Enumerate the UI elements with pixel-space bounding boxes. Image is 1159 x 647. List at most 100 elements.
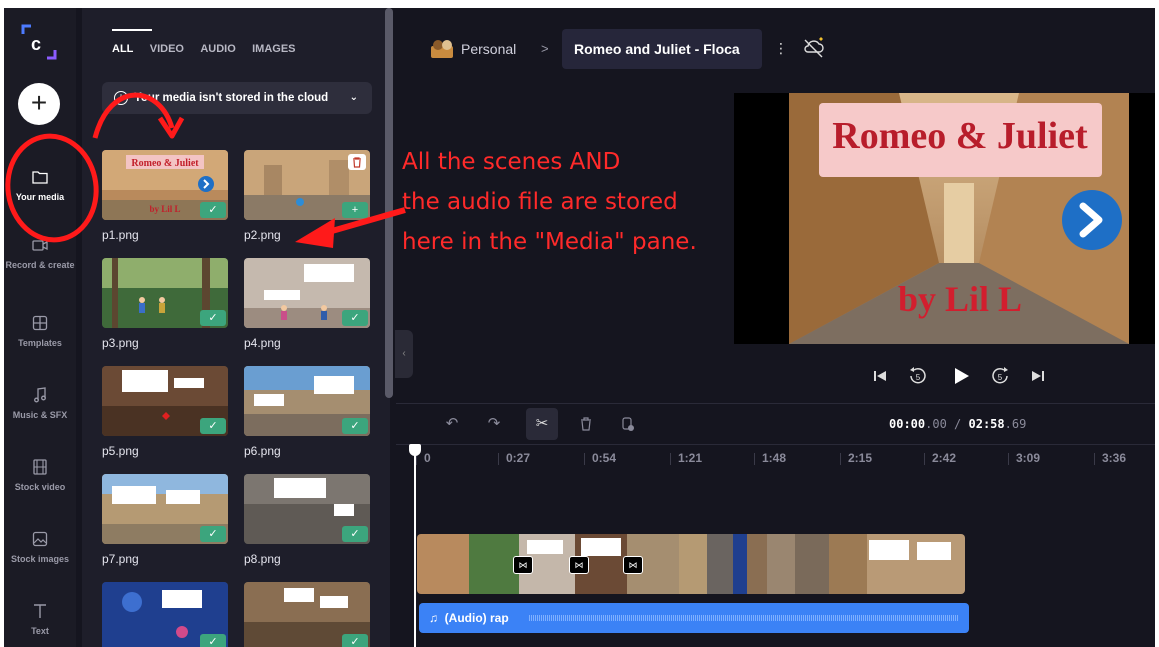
- ruler-tick: 0:54: [583, 451, 617, 465]
- add-to-timeline-icon[interactable]: +: [342, 202, 368, 218]
- folder-icon: [32, 171, 48, 184]
- transition-icon[interactable]: ⋈: [513, 556, 533, 574]
- split-scissors-icon[interactable]: ✂: [526, 408, 558, 440]
- tab-all[interactable]: ALL: [112, 43, 133, 55]
- redo-icon[interactable]: ↷: [478, 408, 510, 440]
- ruler-tick: 2:42: [923, 451, 957, 465]
- media-thumbnail: +: [244, 150, 370, 220]
- sidebar-item-label: Your media: [15, 192, 65, 202]
- media-item-name: p7.png: [102, 552, 139, 566]
- sidebar-item-text[interactable]: Text: [4, 602, 76, 636]
- sidebar-item-stock-images[interactable]: Stock images: [4, 530, 76, 564]
- cloud-off-icon[interactable]: [802, 35, 826, 59]
- sidebar-item-stock-video[interactable]: Stock video: [4, 458, 76, 492]
- annotation-line: All the scenes AND: [402, 149, 621, 175]
- in-project-check-icon: ✓: [342, 310, 368, 326]
- media-item[interactable]: Romeo & Juliet by Lil L ✓ p1.png: [102, 150, 228, 242]
- cloud-storage-notice[interactable]: i Your media isn't stored in the cloud ⌄: [102, 82, 372, 114]
- video-track[interactable]: ⋈ ⋈ ⋈: [417, 534, 965, 594]
- app-logo[interactable]: c: [21, 24, 57, 60]
- tab-images[interactable]: IMAGES: [252, 43, 295, 55]
- camera-icon: [32, 240, 48, 251]
- audio-waveform: [529, 615, 959, 621]
- sidebar-item-your-media[interactable]: Your media: [4, 168, 76, 202]
- clipchamp-editor: c + Your media Record & create Templates…: [4, 8, 1155, 647]
- sidebar-item-label: Templates: [18, 338, 62, 348]
- media-item[interactable]: ✓ p3.png: [102, 258, 228, 350]
- timecode: 00:00.00 / 02:58.69: [889, 417, 1026, 431]
- workspace-name[interactable]: Personal: [461, 41, 516, 57]
- transition-icon[interactable]: ⋈: [623, 556, 643, 574]
- media-scrollbar[interactable]: [385, 8, 393, 398]
- media-thumbnail: ✓: [102, 258, 228, 328]
- editor-header: Personal > Romeo and Juliet - Floca ⋮: [396, 8, 1155, 88]
- media-item[interactable]: ✓: [102, 582, 228, 647]
- in-project-check-icon: ✓: [342, 526, 368, 542]
- media-thumbnail: ✓: [244, 474, 370, 544]
- media-item-name: p1.png: [102, 228, 139, 242]
- breadcrumb-chevron-icon: >: [541, 41, 549, 56]
- annotation-line: the audio file are stored: [402, 189, 678, 215]
- in-project-check-icon: ✓: [200, 418, 226, 434]
- time-separator: /: [946, 417, 969, 431]
- media-item[interactable]: ✓ p5.png: [102, 366, 228, 458]
- templates-icon: [32, 315, 48, 331]
- media-item-name: p4.png: [244, 336, 281, 350]
- delete-icon[interactable]: [348, 154, 366, 170]
- audio-track[interactable]: ♫ (Audio) rap: [419, 603, 969, 633]
- media-thumbnail: Romeo & Juliet by Lil L ✓: [102, 150, 228, 220]
- thumb-title: Romeo & Juliet: [131, 158, 199, 169]
- annotation-text: All the scenes AND the audio file are st…: [402, 142, 697, 262]
- media-item[interactable]: ✓ p4.png: [244, 258, 370, 350]
- playhead-handle[interactable]: [409, 444, 421, 456]
- sidebar-item-templates[interactable]: Templates: [4, 314, 76, 348]
- play-icon[interactable]: [952, 367, 970, 385]
- media-item[interactable]: ✓ p6.png: [244, 366, 370, 458]
- current-time: 00:00: [889, 417, 926, 431]
- media-item-name: p2.png: [244, 228, 281, 242]
- tab-video[interactable]: VIDEO: [150, 43, 184, 55]
- svg-text:c: c: [31, 34, 41, 54]
- duplicate-icon[interactable]: [612, 408, 644, 440]
- playhead[interactable]: [414, 448, 416, 647]
- media-pane: ALL VIDEO AUDIO IMAGES i Your media isn't…: [82, 8, 390, 647]
- preview-subtitle: by Lil L: [898, 279, 1022, 319]
- more-options-icon[interactable]: ⋮: [774, 40, 788, 57]
- ruler-tick: 1:48: [753, 451, 787, 465]
- media-thumbnail: ✓: [244, 258, 370, 328]
- rewind-5s-icon[interactable]: 5: [908, 366, 928, 386]
- video-preview[interactable]: Romeo & Juliet by Lil L: [734, 93, 1155, 344]
- preview-title: Romeo & Juliet: [832, 115, 1088, 157]
- tab-audio[interactable]: AUDIO: [200, 43, 235, 55]
- annotation-line: here in the "Media" pane.: [402, 229, 697, 255]
- add-media-button[interactable]: +: [18, 83, 60, 125]
- ruler-tick: 3:09: [1007, 451, 1041, 465]
- collapse-pane-button[interactable]: ‹: [395, 330, 413, 378]
- media-item[interactable]: ✓ p8.png: [244, 474, 370, 566]
- sidebar-item-label: Record & create: [5, 260, 75, 270]
- timeline-ruler[interactable]: 0 0:27 0:54 1:21 1:48 2:15 2:42 3:09 3:3…: [396, 444, 1155, 475]
- media-item-name: p5.png: [102, 444, 139, 458]
- media-thumbnail: ✓: [244, 582, 370, 647]
- media-item[interactable]: ✓: [244, 582, 370, 647]
- media-item-name: p6.png: [244, 444, 281, 458]
- media-item[interactable]: ✓ p7.png: [102, 474, 228, 566]
- media-item-name: p3.png: [102, 336, 139, 350]
- cloud-notice-text: Your media isn't stored in the cloud: [134, 92, 329, 104]
- sidebar-item-music-sfx[interactable]: Music & SFX: [4, 386, 76, 420]
- in-project-check-icon: ✓: [200, 310, 226, 326]
- skip-to-end-icon[interactable]: [1030, 368, 1046, 384]
- media-thumbnail: ✓: [244, 366, 370, 436]
- undo-icon[interactable]: ↶: [436, 408, 468, 440]
- chevron-down-icon: ⌄: [349, 92, 358, 103]
- project-title-input[interactable]: Romeo and Juliet - Floca: [562, 29, 762, 69]
- workspace-avatar: [431, 40, 453, 58]
- sidebar-item-record-create[interactable]: Record & create: [4, 236, 76, 270]
- skip-to-start-icon[interactable]: [872, 368, 888, 384]
- forward-5s-icon[interactable]: 5: [990, 366, 1010, 386]
- delete-icon[interactable]: [570, 408, 602, 440]
- ruler-tick: 0:27: [497, 451, 531, 465]
- media-item[interactable]: + p2.png: [244, 150, 370, 242]
- transition-icon[interactable]: ⋈: [569, 556, 589, 574]
- text-icon: [34, 604, 46, 618]
